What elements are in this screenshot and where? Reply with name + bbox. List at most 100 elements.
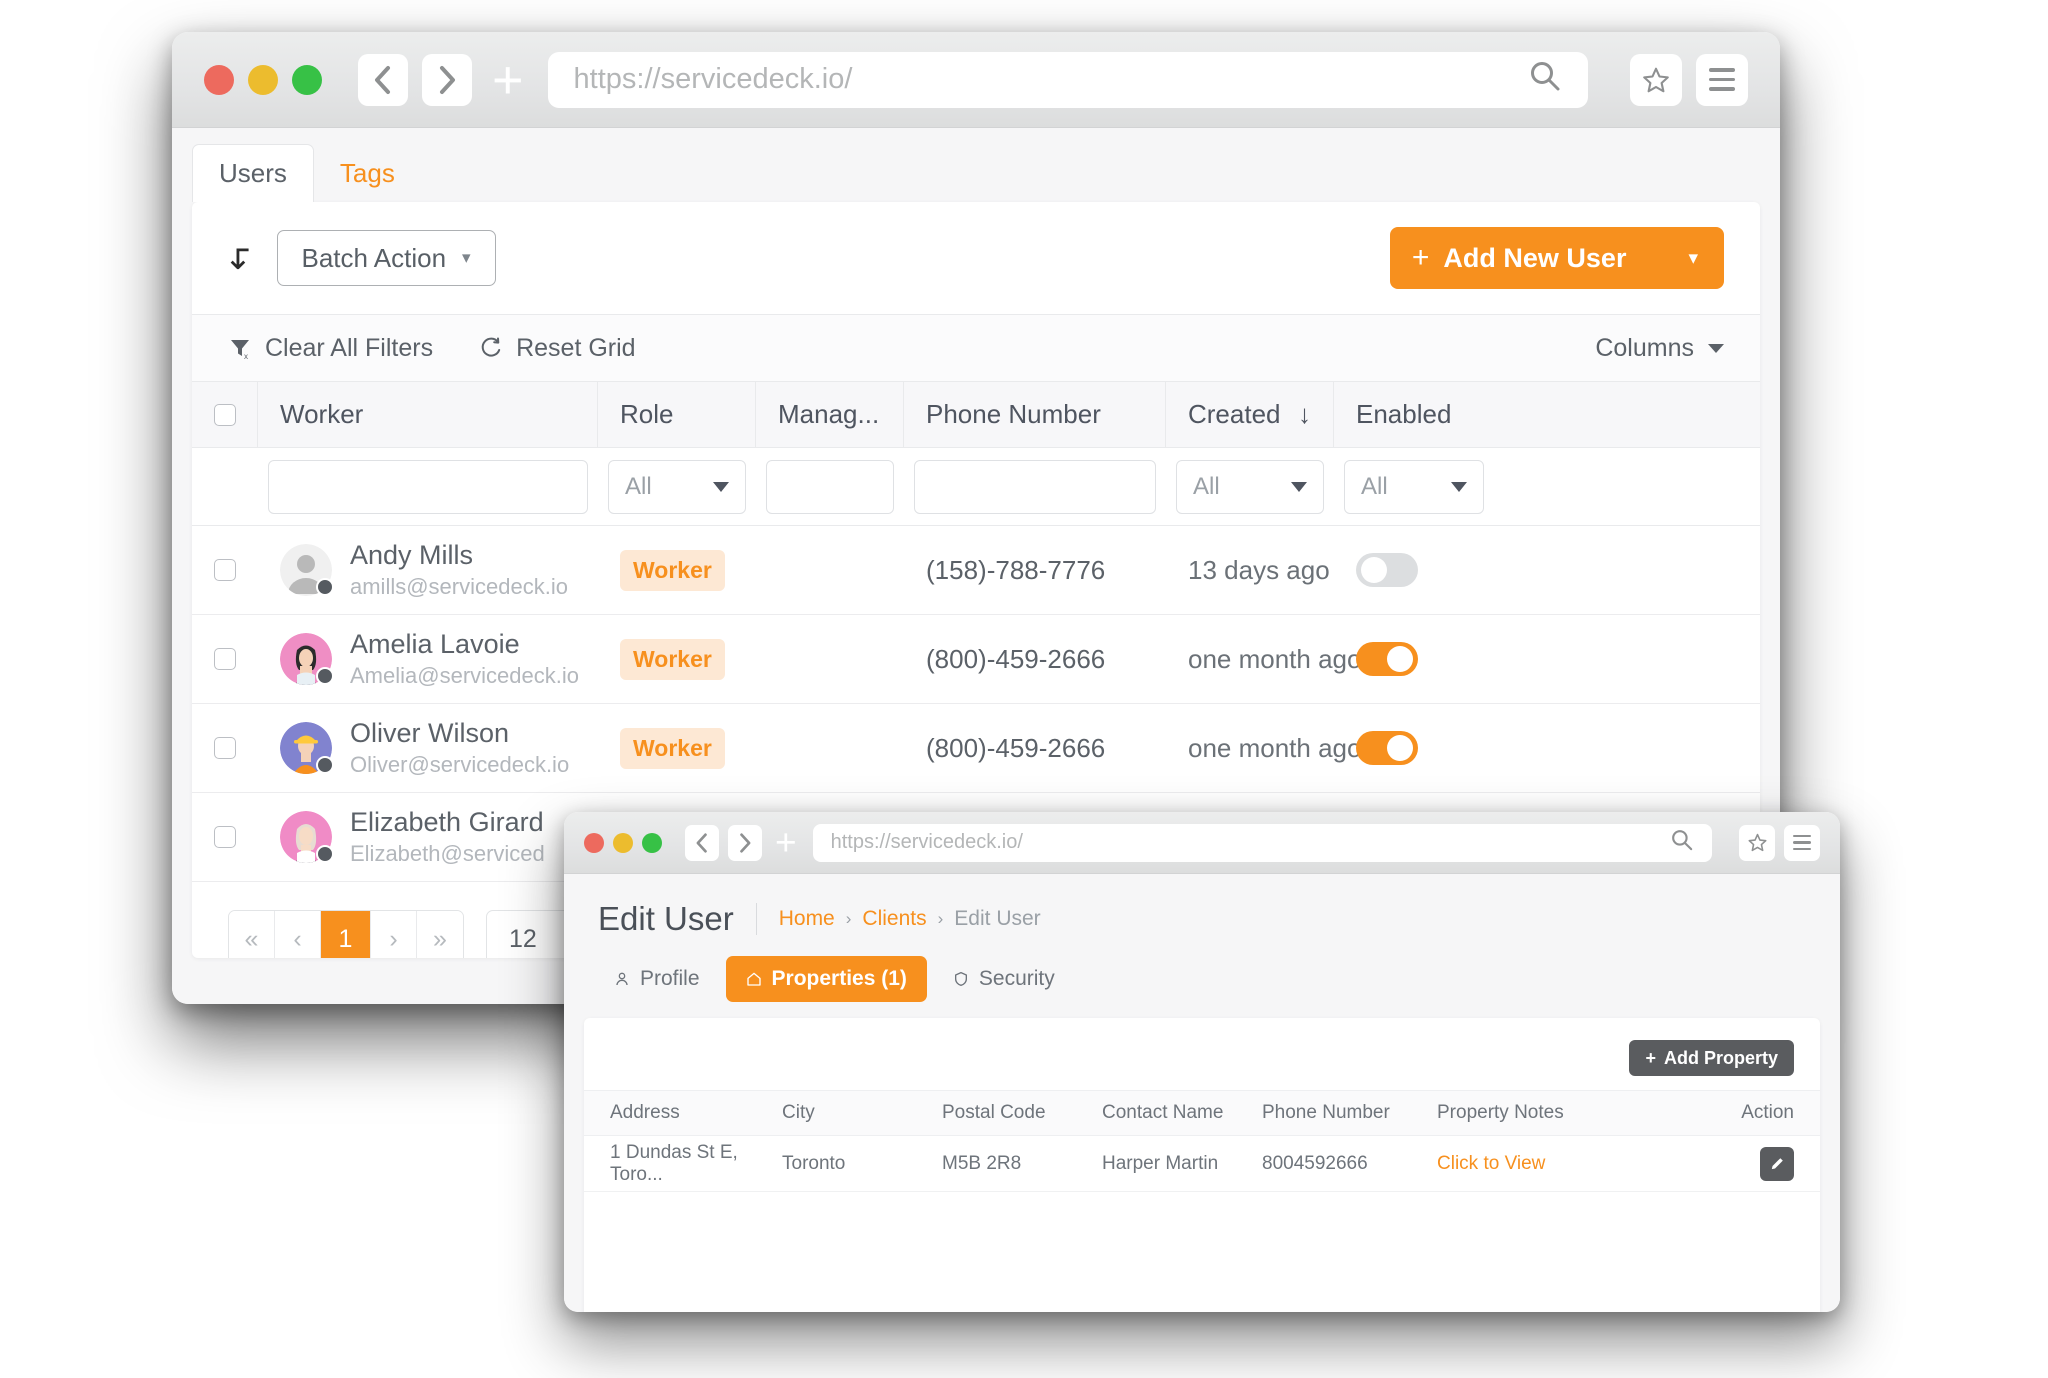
filter-cell-created[interactable]: All bbox=[1166, 448, 1334, 526]
cell-role: Worker bbox=[598, 615, 756, 704]
row-checkbox[interactable] bbox=[214, 648, 236, 670]
back-button[interactable] bbox=[358, 53, 408, 106]
created-filter-select[interactable]: All bbox=[1176, 459, 1324, 514]
column-header-created[interactable]: Created ↓ bbox=[1166, 381, 1334, 448]
next-page-button[interactable]: › bbox=[371, 911, 417, 958]
new-tab-icon[interactable]: + bbox=[775, 824, 797, 861]
select-all-checkbox[interactable] bbox=[213, 403, 236, 426]
row-checkbox-cell[interactable] bbox=[192, 793, 258, 882]
breadcrumb: Home › Clients › Edit User bbox=[779, 907, 1041, 931]
enabled-toggle[interactable] bbox=[1356, 642, 1418, 676]
column-header-enabled[interactable]: Enabled bbox=[1334, 382, 1494, 448]
menu-hamburger-icon[interactable] bbox=[1784, 824, 1820, 861]
forward-button[interactable] bbox=[422, 53, 472, 106]
role-filter-select[interactable]: All bbox=[608, 459, 746, 514]
reset-grid-button[interactable]: Reset Grid bbox=[479, 333, 636, 363]
user-name: Andy Mills bbox=[350, 539, 474, 570]
breadcrumb-home[interactable]: Home bbox=[779, 907, 835, 931]
maximize-window-button[interactable] bbox=[292, 64, 322, 95]
edit-user-browser-window: + https://servicedeck.io/ Edit User Home… bbox=[564, 812, 1840, 1312]
enabled-toggle[interactable] bbox=[1356, 553, 1418, 587]
maximize-window-button[interactable] bbox=[642, 832, 662, 853]
grid-filter-inputs-row: All All All bbox=[192, 448, 1760, 526]
row-checkbox-cell[interactable] bbox=[192, 615, 258, 704]
edit-user-header: Edit User Home › Clients › Edit User bbox=[564, 874, 1840, 952]
bookmark-star-icon[interactable] bbox=[1739, 824, 1775, 861]
cell-property-notes-link[interactable]: Click to View bbox=[1437, 1153, 1698, 1175]
enabled-toggle[interactable] bbox=[1356, 731, 1418, 765]
batch-action-label: Batch Action bbox=[301, 242, 447, 273]
batch-action-dropdown[interactable]: Batch Action ▾ bbox=[276, 230, 496, 286]
worker-filter-input[interactable] bbox=[268, 459, 588, 514]
chrome-right-controls bbox=[1630, 53, 1748, 106]
forward-button[interactable] bbox=[728, 824, 762, 861]
breadcrumb-clients[interactable]: Clients bbox=[862, 907, 926, 931]
filter-cell-enabled[interactable]: All bbox=[1334, 448, 1494, 526]
filter-cell-worker[interactable] bbox=[258, 448, 598, 526]
table-row[interactable]: Oliver Wilson Oliver@servicedeck.io Work… bbox=[192, 704, 1760, 793]
prev-page-button[interactable]: ‹ bbox=[275, 911, 321, 958]
close-window-button[interactable] bbox=[584, 832, 604, 853]
column-header-role[interactable]: Role bbox=[598, 381, 756, 448]
columns-dropdown[interactable]: Columns bbox=[1595, 334, 1724, 363]
address-bar[interactable]: https://servicedeck.io/ bbox=[547, 51, 1588, 108]
select-all-checkbox-cell[interactable] bbox=[192, 381, 258, 448]
new-tab-icon[interactable]: + bbox=[492, 53, 524, 107]
edit-user-tabs: Profile Properties (1) Security bbox=[564, 952, 1840, 1018]
column-header-worker[interactable]: Worker bbox=[258, 381, 598, 448]
first-page-button[interactable]: « bbox=[229, 911, 275, 958]
page-1-button[interactable]: 1 bbox=[321, 911, 371, 958]
enabled-filter-select[interactable]: All bbox=[1344, 459, 1484, 514]
tab-profile[interactable]: Profile bbox=[598, 957, 716, 1001]
column-header-manager[interactable]: Manag... bbox=[756, 381, 904, 448]
tab-tags[interactable]: Tags bbox=[314, 145, 421, 202]
phone-filter-input[interactable] bbox=[914, 459, 1156, 514]
return-arrow-icon: ↴ bbox=[228, 239, 257, 277]
row-checkbox-cell[interactable] bbox=[192, 526, 258, 615]
screenshot-stage: + https://servicedeck.io/ Users Tags ↴ B… bbox=[0, 0, 2048, 1378]
clear-all-filters-button[interactable]: x Clear All Filters bbox=[228, 334, 433, 363]
row-checkbox[interactable] bbox=[214, 559, 236, 581]
table-row[interactable]: 1 Dundas St E, Toro... Toronto M5B 2R8 H… bbox=[584, 1136, 1820, 1192]
bookmark-star-icon[interactable] bbox=[1630, 53, 1682, 106]
cell-enabled bbox=[1334, 704, 1494, 793]
manager-filter-input[interactable] bbox=[766, 459, 894, 514]
filter-cell-manager[interactable] bbox=[756, 448, 904, 526]
close-window-button[interactable] bbox=[204, 64, 234, 95]
user-email: Elizabeth@serviced bbox=[350, 840, 545, 866]
minimize-window-button[interactable] bbox=[248, 64, 278, 95]
triangle-down-icon bbox=[1708, 343, 1724, 353]
chevron-down-icon[interactable]: ▾ bbox=[1688, 247, 1698, 270]
avatar bbox=[280, 544, 334, 596]
back-button[interactable] bbox=[685, 824, 719, 861]
table-row[interactable]: Andy Mills amills@servicedeck.io Worker … bbox=[192, 526, 1760, 615]
search-icon[interactable] bbox=[1670, 828, 1694, 858]
status-dot bbox=[316, 756, 334, 774]
row-checkbox-cell[interactable] bbox=[192, 704, 258, 793]
add-property-button[interactable]: + Add Property bbox=[1629, 1040, 1794, 1076]
column-header-phone-number[interactable]: Phone Number bbox=[904, 381, 1166, 448]
column-header-action: Action bbox=[1741, 1102, 1794, 1123]
search-icon[interactable] bbox=[1528, 59, 1562, 101]
properties-card: + Add Property Address City Postal Code … bbox=[584, 1018, 1820, 1312]
svg-text:x: x bbox=[244, 352, 248, 360]
address-bar[interactable]: https://servicedeck.io/ bbox=[812, 823, 1712, 862]
minimize-window-button[interactable] bbox=[613, 832, 633, 853]
tab-properties[interactable]: Properties (1) bbox=[725, 956, 927, 1002]
pencil-icon[interactable] bbox=[1760, 1146, 1794, 1181]
filter-cell-role[interactable]: All bbox=[598, 448, 756, 526]
cell-worker: Oliver Wilson Oliver@servicedeck.io bbox=[258, 704, 598, 793]
filter-cell-phone[interactable] bbox=[904, 448, 1166, 526]
chevron-down-icon: ▾ bbox=[462, 248, 471, 267]
reset-grid-label: Reset Grid bbox=[516, 333, 636, 362]
row-checkbox[interactable] bbox=[214, 737, 236, 759]
cell-postal-code: M5B 2R8 bbox=[942, 1152, 1022, 1174]
tab-users[interactable]: Users bbox=[192, 143, 314, 202]
table-row[interactable]: Amelia Lavoie Amelia@servicedeck.io Work… bbox=[192, 615, 1760, 704]
last-page-button[interactable]: » bbox=[417, 911, 463, 958]
menu-hamburger-icon[interactable] bbox=[1696, 53, 1748, 106]
tab-security[interactable]: Security bbox=[937, 957, 1071, 1001]
sort-descending-icon[interactable]: ↓ bbox=[1298, 399, 1311, 430]
row-checkbox[interactable] bbox=[214, 826, 236, 848]
add-new-user-button[interactable]: + Add New User ▾ bbox=[1389, 227, 1724, 289]
